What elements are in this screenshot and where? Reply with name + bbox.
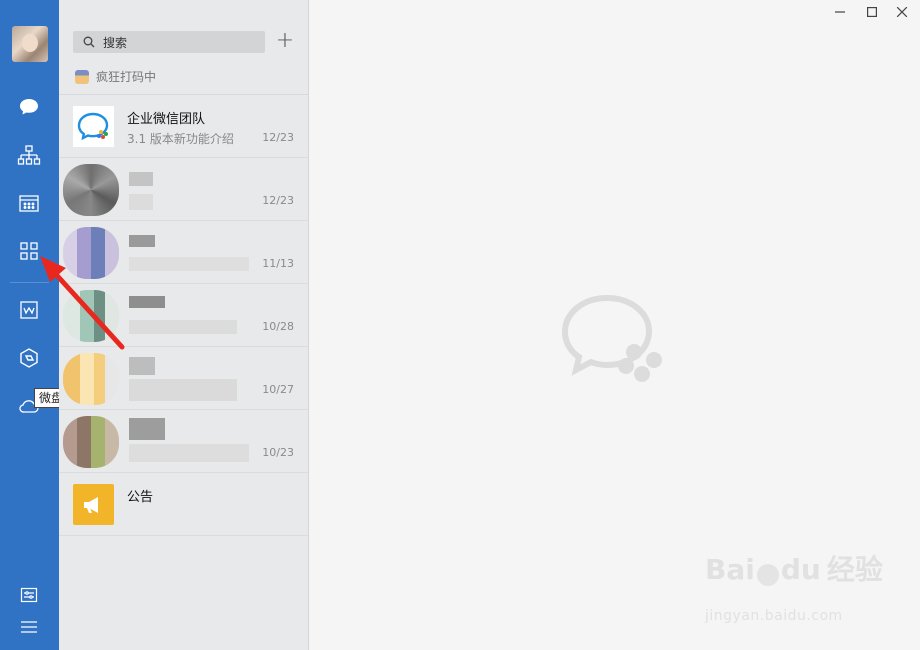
list-item[interactable]: 12/23 <box>59 158 308 221</box>
empty-state-logo-icon <box>559 290 675 394</box>
conversation-preview: 3.1 版本新功能介绍 <box>127 132 234 146</box>
nav-divider <box>10 282 49 283</box>
list-item[interactable]: 11/13 <box>59 221 308 284</box>
add-button[interactable]: + <box>274 30 296 54</box>
contacts-icon[interactable] <box>14 140 44 170</box>
calendar-icon[interactable] <box>14 188 44 218</box>
pixelated-avatar <box>63 290 119 342</box>
pixelated-preview <box>129 320 237 334</box>
list-item[interactable]: 公告 <box>59 473 308 536</box>
pixelated-title <box>129 235 155 247</box>
list-item[interactable]: 10/27 <box>59 347 308 410</box>
status-text: 疯狂打码中 <box>96 70 157 84</box>
pixelated-title <box>129 172 153 186</box>
list-item[interactable]: 10/28 <box>59 284 308 347</box>
pixelated-title <box>129 357 155 375</box>
minimize-icon[interactable] <box>830 4 850 20</box>
wecom-logo-icon <box>73 106 114 147</box>
workbench-icon[interactable] <box>14 236 44 266</box>
status-line[interactable]: 疯狂打码中 <box>75 68 156 85</box>
status-emoji-icon <box>75 69 89 84</box>
conversation-time: 10/27 <box>262 383 294 396</box>
pixelated-preview <box>129 379 237 401</box>
pixelated-preview <box>129 257 249 271</box>
list-item[interactable]: 10/23 <box>59 410 308 473</box>
pixelated-preview <box>129 194 153 210</box>
pixelated-avatar <box>63 353 119 405</box>
watermark-logo: Bai du 经验 <box>705 553 883 586</box>
conversation-time: 10/28 <box>262 320 294 333</box>
list-item[interactable]: 企业微信团队 3.1 版本新功能介绍 12/23 <box>59 95 308 158</box>
pixelated-title <box>129 418 165 440</box>
watermark-url: jingyan.baidu.com <box>705 608 843 624</box>
pixelated-avatar <box>63 416 119 468</box>
search-input[interactable]: 搜索 <box>73 31 265 53</box>
document-icon[interactable] <box>14 295 44 325</box>
announcement-icon <box>73 484 114 525</box>
pixelated-avatar <box>63 164 119 216</box>
drive-icon[interactable] <box>14 343 44 373</box>
left-nav <box>0 0 59 650</box>
menu-icon[interactable] <box>14 612 44 642</box>
conversation-time: 12/23 <box>262 131 294 144</box>
conversation-time: 10/23 <box>262 446 294 459</box>
close-icon[interactable] <box>892 4 912 20</box>
avatar[interactable] <box>12 26 48 62</box>
chat-icon[interactable] <box>14 92 44 122</box>
pixelated-avatar <box>63 227 119 279</box>
conversation-title: 企业微信团队 <box>127 112 206 127</box>
conversation-list: 搜索 + 疯狂打码中 企业微信团队 3.1 版本新功能介绍 12/23 12/2… <box>59 0 309 650</box>
search-icon <box>83 36 95 48</box>
pixelated-title <box>129 296 165 308</box>
pixelated-preview <box>129 444 249 462</box>
conversation-time: 11/13 <box>262 257 294 270</box>
conversation-time: 12/23 <box>262 194 294 207</box>
conversation-title: 公告 <box>127 490 154 505</box>
settings-icon[interactable] <box>14 580 44 610</box>
maximize-icon[interactable] <box>862 4 882 20</box>
search-placeholder: 搜索 <box>103 35 128 50</box>
main-panel: Bai du 经验 jingyan.baidu.com <box>309 0 920 650</box>
